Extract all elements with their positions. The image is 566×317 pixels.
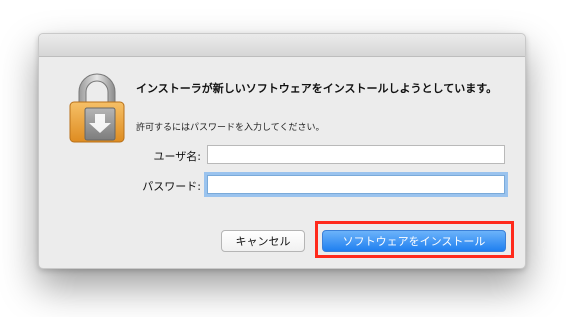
password-label: パスワード: [142,180,201,193]
auth-dialog: インストーラが新しいソフトウェアをインストールしようとしています。 許可するには… [38,33,526,269]
cancel-button[interactable]: キャンセル [221,230,305,252]
username-label: ユーザ名: [153,150,202,163]
dialog-title: インストーラが新しいソフトウェアをインストールしようとしています。 [136,82,498,95]
dialog-titlebar[interactable] [39,34,525,57]
dialog-subtitle: 許可するにはパスワードを入力してください。 [136,123,325,133]
password-input[interactable] [207,175,505,194]
highlight-box [315,221,514,258]
username-input[interactable] [207,145,505,164]
lock-icon [69,73,125,143]
